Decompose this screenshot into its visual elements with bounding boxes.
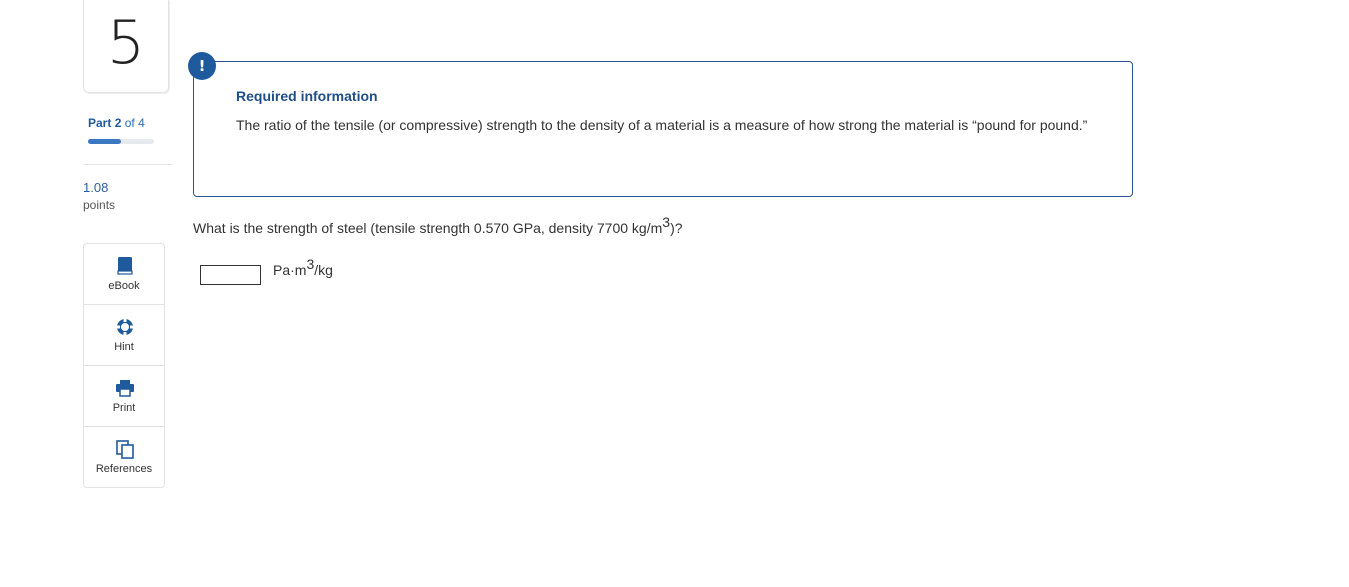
hint-button[interactable]: Hint	[84, 305, 164, 366]
part-of-word: of	[124, 116, 135, 130]
book-icon	[117, 257, 133, 275]
exclamation-icon: !	[188, 52, 216, 80]
question-text-after: )?	[670, 220, 683, 236]
question-superscript: 3	[662, 214, 671, 230]
question-text-before: What is the strength of steel (tensile s…	[193, 220, 663, 236]
tools-panel: eBook Hint Print References	[83, 243, 165, 488]
required-information-box: Required information The ratio of the te…	[193, 61, 1133, 197]
info-title: Required information	[236, 88, 378, 104]
ebook-button[interactable]: eBook	[84, 244, 164, 305]
question-text: What is the strength of steel (tensile s…	[193, 215, 683, 236]
printer-icon	[116, 380, 134, 397]
print-button[interactable]: Print	[84, 366, 164, 427]
unit-before: Pa·m	[273, 262, 307, 278]
part-total: 4	[138, 116, 145, 130]
info-text: The ratio of the tensile (or compressive…	[236, 117, 1088, 133]
part-current: 2	[114, 116, 122, 130]
points-value: 1.08	[83, 180, 109, 195]
part-progress-bar	[88, 139, 154, 144]
question-number: 5	[106, 8, 146, 78]
part-indicator: Part 2 of 4	[88, 116, 145, 130]
references-button[interactable]: References	[84, 427, 164, 488]
part-word: Part	[88, 116, 112, 130]
answer-unit: Pa·m3/kg	[273, 257, 333, 278]
part-progress-fill	[88, 139, 121, 144]
points-label: points	[83, 198, 116, 212]
lifebuoy-icon	[116, 318, 134, 336]
unit-after: /kg	[314, 262, 333, 278]
print-label: Print	[112, 402, 136, 414]
sidebar-divider	[83, 164, 173, 165]
references-label: References	[95, 463, 153, 475]
question-number-card: 5	[83, 0, 169, 93]
answer-input[interactable]	[200, 265, 261, 285]
hint-label: Hint	[114, 341, 134, 353]
ebook-label: eBook	[108, 280, 140, 292]
copy-pages-icon	[116, 440, 134, 459]
